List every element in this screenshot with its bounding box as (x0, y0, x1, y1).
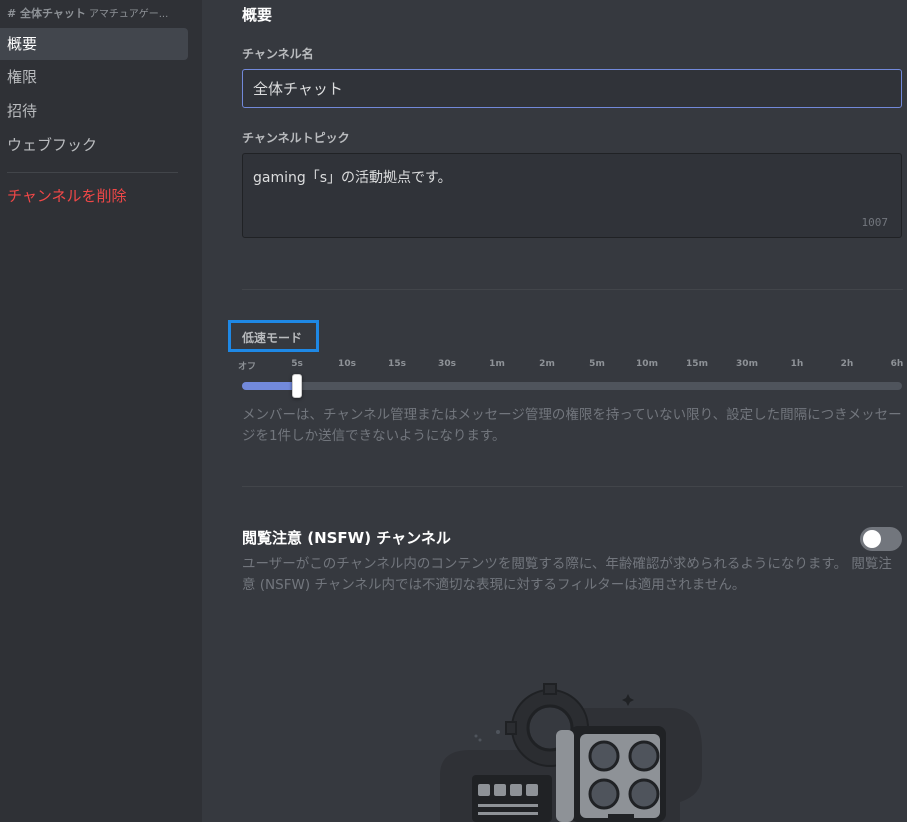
slowmode-tick-1[interactable]: 5s (291, 359, 303, 369)
sidebar-channel-name: # 全体チャット (7, 7, 86, 20)
toggle-knob (863, 530, 881, 548)
nsfw-toggle[interactable] (860, 527, 902, 551)
slowmode-label: 低速モード (228, 320, 319, 352)
slowmode-tick-8[interactable]: 10m (636, 359, 658, 369)
sidebar-header: # 全体チャット アマチュアゲー... (7, 5, 197, 21)
sidebar-category-name: アマチュアゲー... (88, 9, 169, 20)
nsfw-title: 閲覧注意 (NSFW) チャンネル (242, 529, 451, 547)
slowmode-slider-handle[interactable] (292, 374, 302, 398)
slowmode-tick-labels: オフ 5s 10s 15s 30s 1m 2m 5m 10m 15m 30m 1h 2h 6h (0, 359, 907, 373)
sidebar-item-overview[interactable]: 概要 (0, 28, 188, 60)
settings-illustration (440, 683, 702, 822)
channel-topic-textarea[interactable]: gaming「s」の活動拠点です。 1007 (242, 153, 902, 238)
slowmode-tick-9[interactable]: 15m (686, 359, 708, 369)
slowmode-tick-0[interactable]: オフ (238, 359, 256, 372)
slowmode-tick-2[interactable]: 10s (338, 359, 356, 369)
sidebar-item-invites[interactable]: 招待 (0, 95, 188, 127)
channel-name-input[interactable] (242, 69, 902, 108)
sidebar-divider (7, 172, 178, 173)
slowmode-slider-track[interactable] (242, 382, 902, 390)
sidebar-item-webhooks[interactable]: ウェブフック (0, 129, 188, 161)
section-divider (242, 289, 903, 290)
sidebar-item-permissions[interactable]: 権限 (0, 61, 188, 93)
control-panel-icon (472, 775, 552, 822)
slowmode-tick-5[interactable]: 1m (489, 359, 505, 369)
slowmode-tick-6[interactable]: 2m (539, 359, 555, 369)
section-divider (242, 486, 903, 487)
slowmode-tick-3[interactable]: 15s (388, 359, 406, 369)
slowmode-tick-10[interactable]: 30m (736, 359, 758, 369)
slowmode-slider-fill (242, 382, 297, 390)
slowmode-description: メンバーは、チャンネル管理またはメッセージ管理の権限を持っていない限り、設定した… (242, 407, 902, 444)
channel-topic-label: チャンネルトピック (242, 131, 350, 145)
topic-char-counter: 1007 (861, 216, 889, 229)
slowmode-tick-4[interactable]: 30s (438, 359, 456, 369)
channel-name-label: チャンネル名 (242, 47, 314, 61)
delete-channel-button[interactable]: チャンネルを削除 (0, 180, 188, 212)
settings-sidebar: # 全体チャット アマチュアゲー... 概要 権限 招待 ウェブフック チャンネル… (0, 0, 202, 822)
nsfw-description: ユーザーがこのチャンネル内のコンテンツを閲覧する際に、年齢確認が求められるように… (242, 556, 892, 593)
slowmode-tick-11[interactable]: 1h (791, 359, 804, 369)
slowmode-tick-7[interactable]: 5m (589, 359, 605, 369)
page-title: 概要 (242, 6, 273, 24)
mixer-knobs-icon (556, 726, 666, 822)
slowmode-tick-12[interactable]: 2h (841, 359, 854, 369)
channel-topic-text: gaming「s」の活動拠点です。 (253, 170, 452, 186)
slowmode-tick-13[interactable]: 6h (891, 359, 904, 369)
